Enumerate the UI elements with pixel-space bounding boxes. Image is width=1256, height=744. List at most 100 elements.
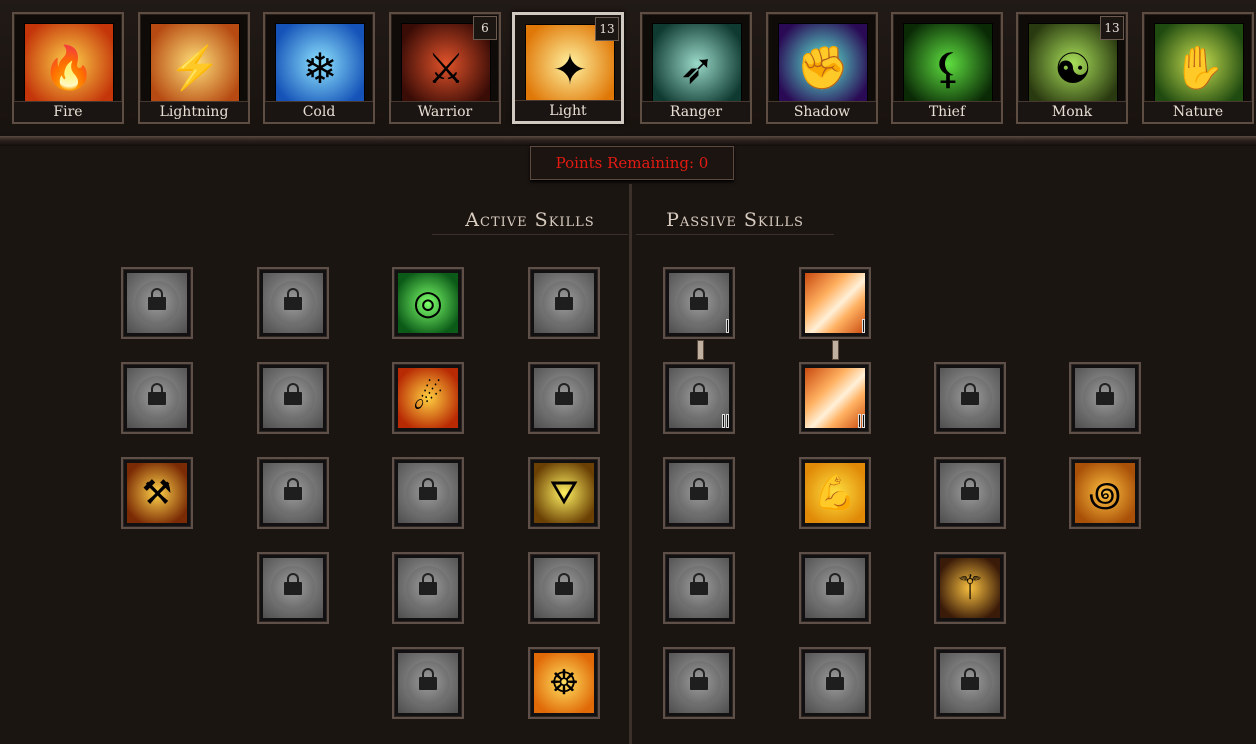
golden-hammer-icon: ⚒ [127, 463, 187, 523]
skill-rank-indicator [858, 414, 865, 428]
points-spent-badge: 13 [595, 17, 619, 41]
locked-skill-slot[interactable] [392, 552, 464, 624]
light-rays-glyph [805, 273, 865, 333]
tree-tab-label: Shadow [768, 101, 876, 122]
tree-tab-lightning[interactable]: ⚡ Lightning [138, 12, 250, 124]
locked-skill-slot[interactable] [663, 647, 735, 719]
locked-skill-slot[interactable] [934, 457, 1006, 529]
lock-icon [690, 478, 708, 500]
lock-icon [419, 573, 437, 595]
tree-tab-label: Thief [893, 101, 1001, 122]
holy-sigil-glyph: ⛛ [549, 473, 579, 513]
locked-skill-art [940, 463, 1000, 523]
section-divider [629, 184, 632, 744]
poison-blade-glyph: ⚸ [932, 43, 964, 93]
holy-sigil-icon: ⛛ [534, 463, 594, 523]
locked-skill-art [805, 558, 865, 618]
locked-skill-art [669, 653, 729, 713]
golden-hammer-skill[interactable]: ⚒ [121, 457, 193, 529]
flexed-arm-glyph: 💪 [813, 473, 857, 513]
lock-icon [284, 383, 302, 405]
skill-connector [832, 340, 839, 360]
passive-skills-heading: Passive Skills [636, 206, 834, 235]
locked-skill-slot[interactable] [1069, 362, 1141, 434]
tree-tab-fire[interactable]: 🔥 Fire [12, 12, 124, 124]
locked-skill-slot[interactable] [257, 362, 329, 434]
light-rays-icon [805, 368, 865, 428]
flexed-arm-icon: 💪 [805, 463, 865, 523]
tree-tab-label: Lightning [140, 101, 248, 122]
locked-skill-slot[interactable] [663, 457, 735, 529]
lock-icon [419, 668, 437, 690]
locked-skill-slot[interactable] [663, 362, 735, 434]
locked-skill-art [263, 273, 323, 333]
tree-tab-warrior[interactable]: ⚔ Warrior 6 [389, 12, 501, 124]
points-spent-badge: 6 [473, 16, 497, 40]
points-remaining-text: Points Remaining: 0 [555, 154, 709, 172]
rank-pip [858, 414, 861, 428]
light-rays-skill[interactable] [799, 267, 871, 339]
locked-skill-slot[interactable] [799, 647, 871, 719]
hammer-lightning-icon: ⚡ [150, 23, 240, 113]
locked-skill-slot[interactable] [257, 457, 329, 529]
locked-skill-slot[interactable] [528, 267, 600, 339]
locked-skill-slot[interactable] [392, 647, 464, 719]
fire-slash-skill[interactable]: ☄ [392, 362, 464, 434]
tree-tab-cold[interactable]: ❄ Cold [263, 12, 375, 124]
golden-spiral-skill[interactable]: ꩜ [1069, 457, 1141, 529]
lock-icon [1096, 383, 1114, 405]
tree-tab-label: Warrior [391, 101, 499, 122]
skill-rank-indicator [722, 414, 729, 428]
active-skills-heading: Active Skills [432, 206, 628, 235]
lock-icon [690, 573, 708, 595]
locked-skill-slot[interactable] [663, 267, 735, 339]
locked-skill-slot[interactable] [257, 267, 329, 339]
lock-icon [555, 573, 573, 595]
rank-pip [726, 414, 729, 428]
shadow-fist-icon: ✊ [778, 23, 868, 113]
locked-skill-slot[interactable] [663, 552, 735, 624]
tree-tab-nature[interactable]: ✋ Nature [1142, 12, 1254, 124]
locked-skill-art [805, 653, 865, 713]
tree-tab-shadow[interactable]: ✊ Shadow [766, 12, 878, 124]
tree-tab-label: Fire [14, 101, 122, 122]
locked-skill-art [940, 368, 1000, 428]
vine-hand-glyph: ✋ [1172, 43, 1226, 92]
lock-icon [826, 573, 844, 595]
lock-icon [148, 383, 166, 405]
green-vortex-skill[interactable]: ◎ [392, 267, 464, 339]
locked-skill-slot[interactable] [392, 457, 464, 529]
locked-skill-art [127, 368, 187, 428]
lock-icon [419, 478, 437, 500]
locked-skill-art [398, 463, 458, 523]
lock-icon [690, 288, 708, 310]
golden-hammer-glyph: ⚒ [141, 473, 173, 513]
tree-tab-monk[interactable]: ☯ Monk 13 [1016, 12, 1128, 124]
rank-pip [726, 319, 729, 333]
holy-sigil-skill[interactable]: ⛛ [528, 457, 600, 529]
tree-tab-label: Nature [1144, 101, 1252, 122]
ruby-scepter-skill[interactable]: ⚚ [934, 552, 1006, 624]
light-rays-icon [805, 273, 865, 333]
points-spent-badge: 13 [1100, 16, 1124, 40]
locked-skill-art [669, 463, 729, 523]
flexed-arm-skill[interactable]: 💪 [799, 457, 871, 529]
locked-skill-slot[interactable] [934, 362, 1006, 434]
locked-skill-slot[interactable] [121, 267, 193, 339]
tree-tab-thief[interactable]: ⚸ Thief [891, 12, 1003, 124]
locked-skill-slot[interactable] [934, 647, 1006, 719]
locked-skill-slot[interactable] [528, 552, 600, 624]
locked-skill-slot[interactable] [528, 362, 600, 434]
arrows-icon: ➶ [652, 23, 742, 113]
locked-skill-slot[interactable] [121, 362, 193, 434]
locked-skill-slot[interactable] [257, 552, 329, 624]
tree-tab-light[interactable]: ✦ Light 13 [512, 12, 624, 124]
tree-tab-ranger[interactable]: ➶ Ranger [640, 12, 752, 124]
meditating-figure-skill[interactable]: ☸ [528, 647, 600, 719]
tree-tab-label: Cold [265, 101, 373, 122]
light-rays-skill[interactable] [799, 362, 871, 434]
locked-skill-slot[interactable] [799, 552, 871, 624]
locked-skill-art [398, 558, 458, 618]
locked-skill-art [534, 558, 594, 618]
ruby-scepter-glyph: ⚚ [954, 568, 986, 608]
